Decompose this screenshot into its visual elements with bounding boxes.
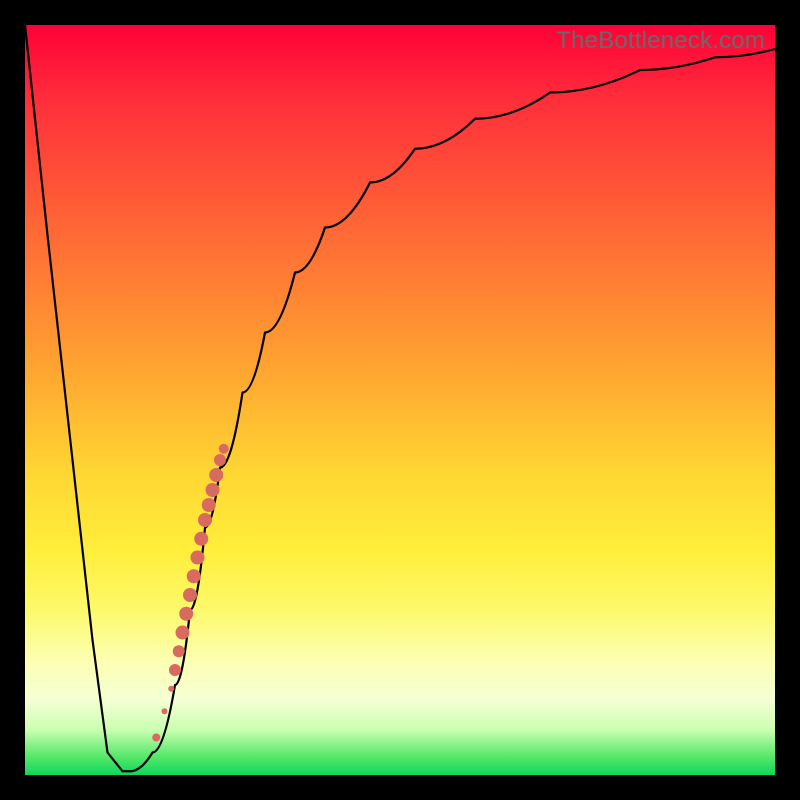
highlight-dot: [162, 708, 168, 714]
highlight-dot: [168, 686, 174, 692]
highlight-dot: [173, 645, 185, 657]
highlight-dot: [198, 513, 212, 527]
highlight-dot: [169, 664, 181, 676]
chart-frame: TheBottleneck.com: [0, 0, 800, 800]
highlight-dot: [219, 444, 229, 454]
highlight-dot: [152, 734, 160, 742]
highlight-dot: [214, 454, 226, 466]
plot-area: TheBottleneck.com: [25, 25, 775, 775]
highlight-dot: [183, 588, 197, 602]
highlight-dot: [187, 569, 201, 583]
highlight-dot: [179, 607, 193, 621]
curve-layer: [25, 25, 775, 775]
highlight-dot: [176, 626, 190, 640]
highlight-dot: [209, 468, 223, 482]
highlight-dot: [202, 498, 216, 512]
marked-segment: [152, 444, 229, 742]
highlight-dot: [206, 483, 220, 497]
highlight-dot: [194, 532, 208, 546]
highlight-dot: [191, 551, 205, 565]
bottleneck-curve: [25, 25, 775, 771]
